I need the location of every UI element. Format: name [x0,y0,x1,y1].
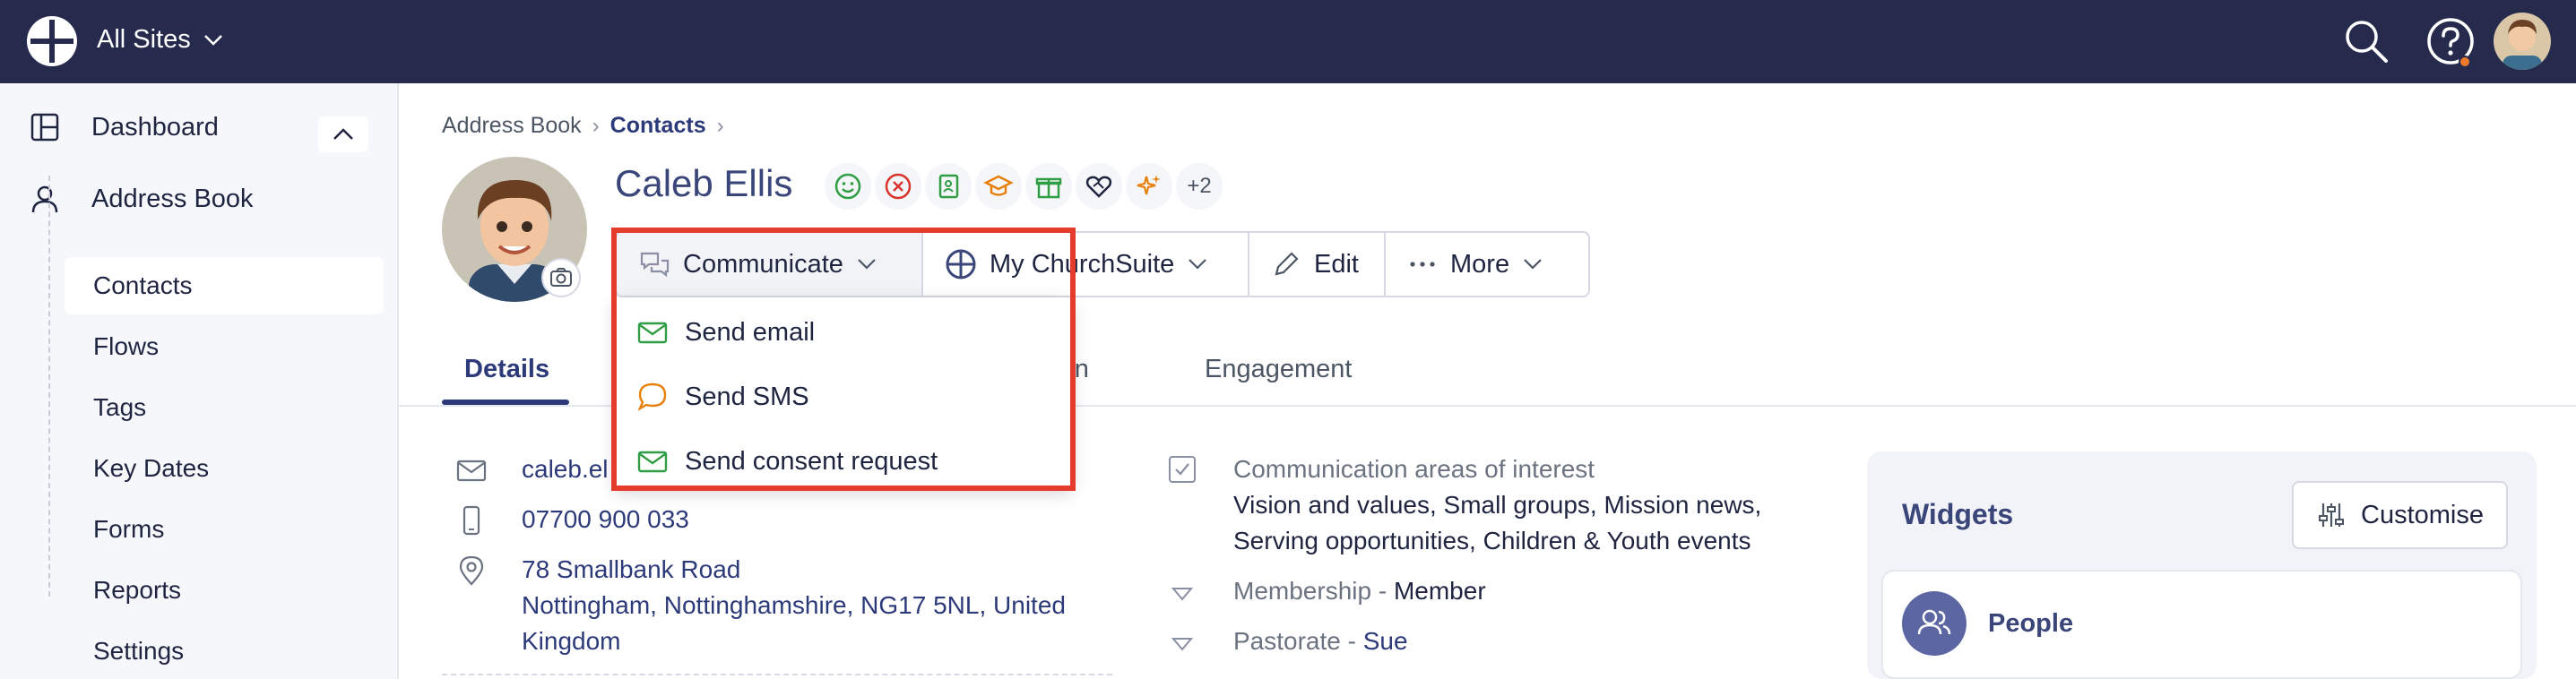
sparkles-icon[interactable] [1124,161,1174,211]
heart-handshake-icon[interactable] [1074,161,1124,211]
breadcrumb-address-book[interactable]: Address Book [442,113,582,139]
active-tab-indicator [442,400,569,405]
contact-phone-link[interactable]: 07700 900 033 [522,505,689,534]
sidebar-item-label: Address Book [91,185,254,213]
communication-interests-value-1: Vision and values, Small groups, Mission… [1233,491,1762,519]
user-icon [31,185,58,213]
edit-button[interactable]: Edit [1249,233,1386,296]
more-badges-count[interactable]: +2 [1174,161,1224,211]
sidebar-item-label: Key Dates [93,454,210,482]
pastorate-field: Pastorate - Sue [1233,627,1408,656]
field-separator: - [1371,577,1394,605]
dashboard-icon [30,113,59,142]
pastorate-label: Pastorate [1233,627,1341,655]
sliders-icon [2319,503,2344,527]
sidebar-item-label: Reports [93,576,182,604]
sidebar-item-key-dates[interactable]: Key Dates [65,440,384,497]
site-selector-label: All Sites [97,25,191,54]
sidebar-item-settings[interactable]: Settings [65,623,384,679]
edit-label: Edit [1314,249,1359,279]
people-widget-card[interactable] [1881,570,2522,679]
address-line-2[interactable]: Nottingham, Nottinghamshire, NG17 5NL, U… [522,591,1066,620]
field-separator: - [1340,627,1363,655]
top-navigation-bar: All Sites [0,0,2576,83]
membership-label: Membership [1233,577,1372,605]
pastorate-value[interactable]: Sue [1363,627,1408,655]
mobile-phone-icon [462,505,480,536]
chevron-right-icon: › [592,113,600,138]
communication-interests-label: Communication areas of interest [1233,455,1595,483]
gift-icon[interactable] [1024,161,1074,211]
smile-icon[interactable] [823,161,873,211]
chevron-right-icon: › [716,113,724,138]
map-pin-icon [459,555,484,586]
pencil-icon [1275,252,1299,276]
change-photo-button[interactable] [541,258,581,297]
tab-engagement[interactable]: Engagement [1205,355,1352,384]
sidebar-item-flows[interactable]: Flows [65,318,384,375]
breadcrumb-contacts[interactable]: Contacts [610,113,706,139]
address-line-3[interactable]: Kingdom [522,627,621,656]
widgets-title: Widgets [1902,498,2014,530]
checkbox-icon [1169,456,1196,483]
chevron-down-icon [203,34,222,46]
breadcrumb: Address Book › Contacts › [442,113,724,139]
highlight-box [611,228,1076,491]
sidebar-item-label: Forms [93,515,165,543]
notification-badge [2459,56,2471,68]
sidebar-item-label: Flows [93,332,160,360]
customise-label: Customise [2361,500,2484,529]
contact-name: Caleb Ellis [615,162,793,204]
sidebar-item-contacts[interactable]: Contacts [65,257,384,314]
submenu-guide-line [48,176,50,597]
contact-email-link[interactable]: caleb.el [522,455,609,484]
more-button[interactable]: More [1386,233,1588,296]
sidebar-item-reports[interactable]: Reports [65,562,384,619]
contact-book-icon[interactable] [923,161,973,211]
site-selector[interactable]: All Sites [97,25,223,55]
sidebar-item-forms[interactable]: Forms [65,501,384,558]
sidebar-item-label: Tags [93,393,147,421]
graduation-cap-icon[interactable] [973,161,1024,211]
sidebar-item-label: Dashboard [91,113,219,142]
mail-icon [456,460,487,482]
people-widget-title[interactable]: People [1988,609,2073,639]
x-circle-icon[interactable] [873,161,923,211]
search-icon[interactable] [2341,16,2391,66]
chevron-up-icon [333,128,353,140]
sidebar-item-label: Contacts [93,271,193,299]
sidebar-item-tags[interactable]: Tags [65,379,384,436]
collapse-address-book-button[interactable] [318,116,368,152]
sidebar-item-label: Settings [93,637,185,665]
address-line-1[interactable]: 78 Smallbank Road [522,555,740,584]
people-icon [1902,591,1967,656]
ellipsis-icon [1410,262,1435,267]
chevron-down-icon [1189,259,1207,270]
communication-interests-value-2: Serving opportunities, Children & Youth … [1233,527,1751,554]
tab-details[interactable]: Details [464,355,549,384]
membership-field: Membership - Member [1233,577,1486,606]
camera-icon [550,268,572,287]
more-label: More [1450,249,1510,279]
customise-button[interactable]: Customise [2292,481,2508,549]
triangle-down-icon [1171,588,1194,601]
details-divider [442,674,1112,675]
user-avatar[interactable] [2494,13,2551,70]
triangle-down-icon [1171,638,1194,651]
contact-badges: +2 [823,161,1224,211]
church-logo-icon[interactable] [25,14,79,68]
membership-value: Member [1393,577,1486,605]
chevron-down-icon [1524,259,1542,270]
